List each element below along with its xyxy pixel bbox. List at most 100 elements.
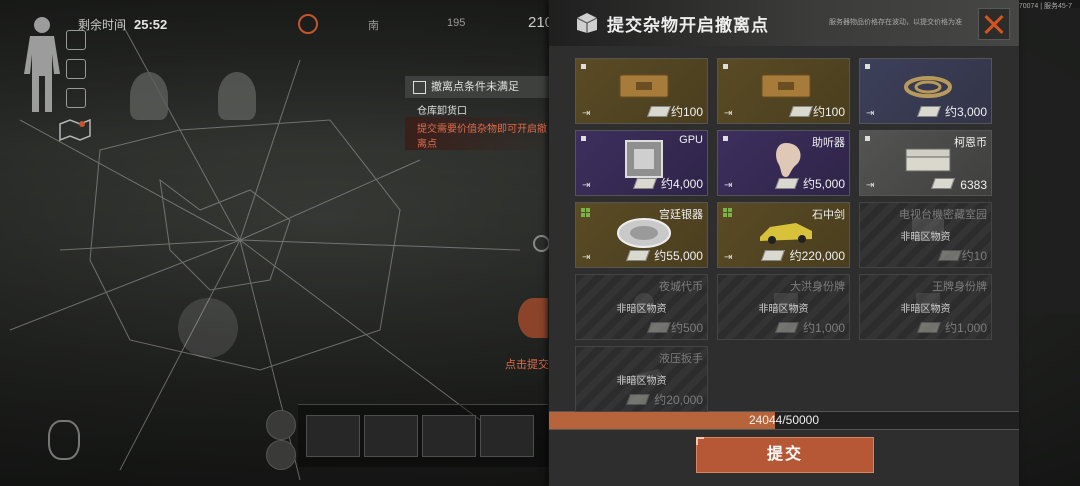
cash-icon: [646, 322, 672, 333]
item-value: 约3,000: [944, 105, 987, 119]
interact-action-button[interactable]: [518, 298, 548, 338]
extract-arrow-icon: ⇥: [724, 180, 733, 191]
item-name: 宫廷银器: [659, 209, 703, 221]
item-value: 约20,000: [654, 393, 703, 407]
injury-icon: [66, 30, 86, 50]
extract-arrow-icon: ⇥: [724, 108, 733, 119]
non-dark-zone-label: 非暗区物资: [900, 232, 951, 243]
crouch-button[interactable]: [266, 410, 296, 440]
prone-button[interactable]: [266, 440, 296, 470]
progress-text: 24044/50000: [748, 413, 820, 427]
item-card: 电视台機密藏室园 非暗区物资 约10: [859, 202, 992, 268]
settings-gear-icon[interactable]: [533, 235, 550, 252]
item-card: 王牌身份牌非暗区物资约1,000: [859, 274, 992, 340]
item-card: 夜城代币非暗区物资 约500: [575, 274, 708, 340]
extraction-task-panel: 撤离点条件未满足 仓库卸货口 提交需要价值杂物即可开启撤离点: [405, 76, 551, 150]
item-card[interactable]: ⇥ 约3,000: [859, 58, 992, 124]
submit-progress-bar: 24044/50000: [549, 411, 1019, 430]
extract-arrow-icon: ⇥: [582, 108, 591, 119]
item-value: 约100: [670, 105, 703, 119]
extract-arrow-icon: ⇥: [582, 252, 591, 263]
cash-icon: [632, 178, 658, 189]
compass-deg-195: 195: [447, 17, 466, 29]
cash-icon: [774, 322, 800, 333]
movement-joystick[interactable]: [178, 298, 238, 358]
non-dark-zone-label: 非暗区物资: [900, 304, 951, 315]
task-title-row: 撤离点条件未满足: [405, 76, 551, 98]
item-name: 液压扳手: [659, 353, 703, 365]
item-name: 大洪身份牌: [790, 281, 845, 293]
quick-slot-bar: [298, 404, 548, 467]
cash-icon: [930, 178, 956, 189]
teammate-icon: [130, 72, 168, 120]
item-value: 约1,000: [944, 321, 987, 335]
ammo-box-icon: [619, 74, 669, 98]
panel-header: 提交杂物开启撤离点 服务器物品价格存在波动，以提交价格为准: [549, 0, 1019, 46]
rarity-marker-icon: [723, 136, 728, 141]
item-card[interactable]: 石中剑 ⇥ 约220,000: [717, 202, 850, 268]
map-icon[interactable]: [58, 118, 92, 142]
cash-icon: [646, 106, 672, 117]
enemy-marker-icon: [218, 72, 256, 120]
item-card[interactable]: 宫廷银器 ⇥ 约55,000: [575, 202, 708, 268]
cash-icon: [625, 250, 651, 261]
item-name: 柯恩币: [954, 137, 987, 149]
quick-slot-3[interactable]: [422, 415, 476, 457]
non-dark-zone-label: 非暗区物资: [758, 304, 809, 315]
cash-icon: [760, 250, 786, 261]
minimap[interactable]: [1018, 8, 1080, 314]
rarity-marker-icon: [723, 64, 728, 69]
non-dark-zone-label: 非暗区物资: [616, 304, 667, 315]
cash-icon: [788, 106, 814, 117]
sound-icon: [66, 59, 86, 79]
extract-arrow-icon: ⇥: [582, 180, 591, 191]
item-card[interactable]: 柯恩币 ⇥ 6383: [859, 130, 992, 196]
cash-icon: [937, 250, 963, 261]
body-status-icon: [24, 17, 60, 112]
task-line-1: 仓库卸货口: [417, 106, 467, 117]
compass-south: 南: [368, 20, 379, 32]
quick-slot-4[interactable]: [480, 415, 534, 457]
item-name: 夜城代币: [659, 281, 703, 293]
gpu-chip-icon: [625, 140, 663, 178]
ammo-box-icon: [761, 74, 811, 98]
rarity-marker-icon: [723, 208, 732, 217]
item-name: GPU: [679, 134, 703, 146]
close-icon[interactable]: [978, 8, 1010, 40]
item-card[interactable]: ⇥ 约100: [717, 58, 850, 124]
item-name: 电视台機密藏室园: [899, 209, 987, 221]
task-flag-icon: [413, 81, 426, 94]
status-icons: [66, 30, 86, 117]
task-title: 撤离点条件未满足: [431, 81, 519, 93]
panel-title: 提交杂物开启撤离点: [607, 16, 769, 35]
submit-button[interactable]: 提交: [696, 437, 874, 473]
item-value: 约220,000: [789, 249, 845, 263]
compass-bar: 南 195 210: [300, 12, 553, 36]
item-card[interactable]: ⇥ 约100: [575, 58, 708, 124]
quick-slot-2[interactable]: [364, 415, 418, 457]
item-card[interactable]: 助听器 ⇥ 约5,000: [717, 130, 850, 196]
item-value: 约10: [961, 249, 987, 263]
item-value: 约100: [812, 105, 845, 119]
item-value: 约4,000: [660, 177, 703, 191]
item-value: 约55,000: [654, 249, 703, 263]
item-name: 王牌身份牌: [932, 281, 987, 293]
cash-icon: [774, 178, 800, 189]
action-hint: 点击提交: [505, 359, 549, 371]
cash-stack-icon: [905, 148, 951, 172]
task-line-2: 提交需要价值杂物即可开启撤离点: [405, 117, 551, 150]
item-value: 约500: [670, 321, 703, 335]
quick-slot-1[interactable]: [306, 415, 360, 457]
box-icon: [576, 13, 598, 33]
sports-car-icon: [760, 223, 812, 244]
extract-arrow-icon: ⇥: [866, 180, 875, 191]
item-card[interactable]: GPU ⇥ 约4,000: [575, 130, 708, 196]
non-dark-zone-label: 非暗区物资: [616, 376, 667, 387]
rarity-marker-icon: [581, 136, 586, 141]
extract-arrow-icon: ⇥: [724, 252, 733, 263]
time-value: 25:52: [134, 17, 168, 32]
item-value: 6383: [960, 178, 987, 192]
cash-icon: [916, 106, 942, 117]
grenade-icon[interactable]: [48, 420, 80, 460]
cash-icon: [625, 394, 651, 405]
